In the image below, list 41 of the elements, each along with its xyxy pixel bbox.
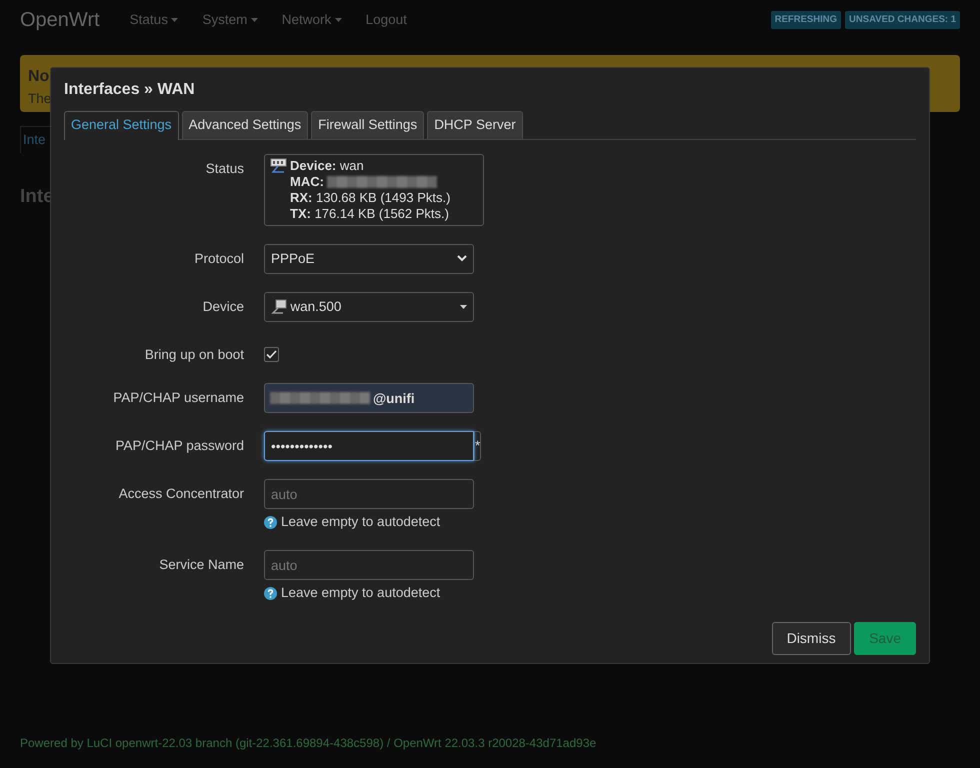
help-icon bbox=[264, 516, 277, 529]
field-label: Access Concentrator bbox=[118, 485, 244, 503]
status-line: TX: 176.14 KB (1562 Pkts.) bbox=[290, 206, 449, 221]
tab[interactable]: DHCP Server bbox=[427, 111, 523, 140]
network-port-icon bbox=[270, 158, 287, 174]
field-label: Protocol bbox=[193, 250, 244, 268]
footer-text: Powered by LuCI openwrt-22.03 branch (git-22.361.69894-438c598) / OpenWrt 22.03.3 r20028-43d71ad93e bbox=[20, 735, 596, 752]
tab[interactable]: Firewall Settings bbox=[311, 111, 424, 140]
reveal-button[interactable]: * bbox=[474, 431, 482, 461]
help-text: Leave empty to autodetect bbox=[281, 584, 440, 602]
field-label: Bring up on boot bbox=[144, 346, 244, 364]
device-select[interactable]: wan.500 bbox=[264, 292, 474, 322]
caret-icon bbox=[334, 18, 342, 22]
input-field[interactable]: auto bbox=[264, 479, 474, 509]
status-line: MAC: bbox=[290, 174, 324, 189]
field-label: Status bbox=[204, 160, 244, 178]
help-icon bbox=[264, 586, 277, 600]
dismiss-button[interactable]: Dismiss bbox=[772, 622, 851, 654]
alert-title: No bbox=[28, 67, 50, 87]
status-badge: UNSAVED CHANGES: 1 bbox=[845, 10, 960, 30]
tab[interactable]: Advanced Settings bbox=[182, 111, 308, 140]
field-label: Device bbox=[202, 298, 244, 316]
caret-icon bbox=[460, 304, 467, 309]
input-field[interactable]: auto bbox=[264, 550, 474, 580]
help-text: Leave empty to autodetect bbox=[281, 513, 440, 531]
status-badge: REFRESHING bbox=[770, 10, 842, 30]
protocol-select[interactable]: PPPoE bbox=[264, 244, 474, 274]
field-label: Service Name bbox=[158, 556, 244, 574]
field-label: PAP/CHAP username bbox=[112, 389, 244, 407]
status-line: RX: 130.68 KB (1493 Pkts.) bbox=[290, 190, 450, 205]
status-line: Device: wan bbox=[290, 158, 364, 173]
chevron-down-icon bbox=[457, 255, 467, 262]
field-label: PAP/CHAP password bbox=[114, 437, 244, 455]
tab[interactable]: General Settings bbox=[64, 111, 179, 140]
network-device-icon bbox=[271, 298, 287, 315]
modal-title: Interfaces » WAN bbox=[64, 80, 196, 100]
checkbox[interactable] bbox=[264, 346, 279, 362]
alert-text: The bbox=[28, 90, 52, 108]
caret-icon bbox=[171, 18, 178, 22]
caret-icon bbox=[250, 18, 258, 22]
password-field[interactable]: ••••••••••••• bbox=[264, 431, 474, 461]
